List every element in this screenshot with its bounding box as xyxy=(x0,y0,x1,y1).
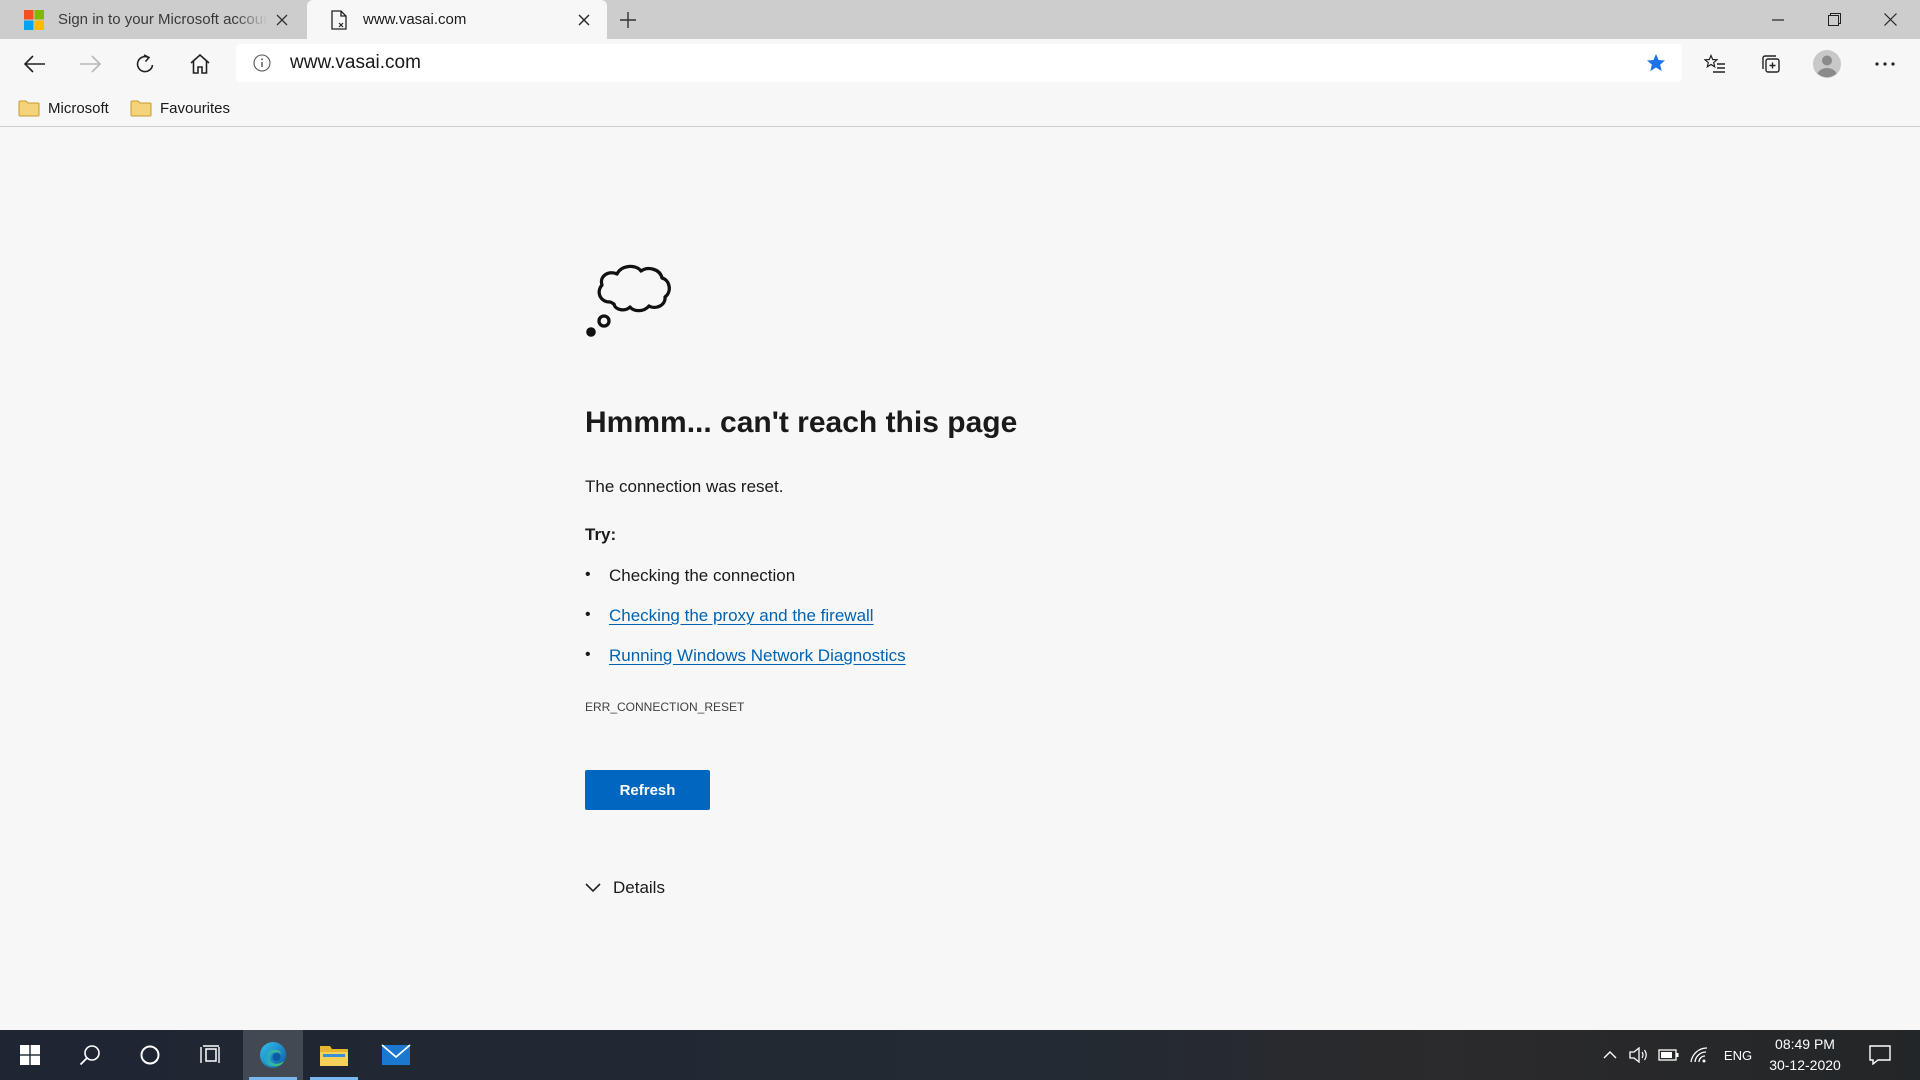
back-button[interactable] xyxy=(15,44,55,84)
edge-icon[interactable] xyxy=(243,1030,303,1080)
new-tab-button[interactable] xyxy=(612,4,644,36)
chevron-down-icon xyxy=(585,878,613,898)
system-clock[interactable]: 08:49 PM 30-12-2020 xyxy=(1760,1034,1850,1076)
profile-avatar[interactable] xyxy=(1807,44,1847,84)
tab-title: Sign in to your Microsoft account xyxy=(58,11,267,28)
bullet: • xyxy=(585,566,591,583)
refresh-button[interactable] xyxy=(125,44,165,84)
forward-button[interactable] xyxy=(70,44,110,84)
bullet: • xyxy=(585,606,591,623)
close-window-button[interactable] xyxy=(1862,0,1918,39)
tab-strip: Sign in to your Microsoft account www.va… xyxy=(0,0,1920,39)
bookmark-label: Favourites xyxy=(160,99,231,117)
show-hidden-icons-icon[interactable] xyxy=(1598,1030,1622,1080)
task-view-icon[interactable] xyxy=(180,1030,240,1080)
list-item: • Running Windows Network Diagnostics xyxy=(585,646,906,686)
page-icon xyxy=(327,8,351,32)
bullet: • xyxy=(585,646,591,663)
list-item: • Checking the proxy and the firewall xyxy=(585,606,906,646)
bookmark-folder-favourites[interactable]: Favourites xyxy=(130,95,230,121)
taskbar: ENG 08:49 PM 30-12-2020 xyxy=(0,1030,1920,1080)
error-message: The connection was reset. xyxy=(585,477,784,496)
url-text[interactable]: www.vasai.com xyxy=(290,52,1640,74)
refresh-page-button[interactable]: Refresh xyxy=(585,770,710,810)
error-headline: Hmmm... can't reach this page xyxy=(585,406,1018,439)
thought-cloud-icon xyxy=(586,264,671,337)
start-icon[interactable] xyxy=(0,1030,60,1080)
favorites-bar: Microsoft Favourites xyxy=(0,89,1920,127)
address-bar[interactable]: www.vasai.com xyxy=(236,44,1682,82)
site-info-icon[interactable] xyxy=(250,51,274,75)
suggestion-check-connection: Checking the connection xyxy=(609,566,796,585)
action-center-icon[interactable] xyxy=(1862,1030,1898,1080)
proxy-firewall-link[interactable]: Checking the proxy and the firewall xyxy=(609,606,874,626)
try-label: Try: xyxy=(585,525,617,544)
clock-time: 08:49 PM xyxy=(1775,1036,1835,1052)
language-indicator[interactable]: ENG xyxy=(1718,1030,1758,1080)
tab-microsoft-signin[interactable]: Sign in to your Microsoft account xyxy=(0,0,305,39)
home-button[interactable] xyxy=(180,44,220,84)
cortana-icon[interactable] xyxy=(120,1030,180,1080)
bookmark-label: Microsoft xyxy=(48,99,109,117)
file-explorer-icon[interactable] xyxy=(304,1030,364,1080)
favorite-star-icon[interactable] xyxy=(1640,47,1672,79)
more-options-icon[interactable] xyxy=(1865,44,1905,84)
browser-toolbar: www.vasai.com xyxy=(0,39,1920,89)
error-code: ERR_CONNECTION_RESET xyxy=(585,700,745,714)
list-item: • Checking the connection xyxy=(585,566,906,606)
network-diagnostics-link[interactable]: Running Windows Network Diagnostics xyxy=(609,646,906,666)
close-tab-icon[interactable] xyxy=(569,5,599,35)
suggestion-list: • Checking the connection • Checking the… xyxy=(585,566,906,686)
folder-icon xyxy=(18,100,40,117)
volume-icon[interactable] xyxy=(1626,1030,1652,1080)
folder-icon xyxy=(130,100,152,117)
clock-date: 30-12-2020 xyxy=(1769,1057,1841,1073)
details-label: Details xyxy=(613,878,665,897)
details-toggle[interactable]: Details xyxy=(585,875,665,901)
minimize-button[interactable] xyxy=(1750,0,1806,39)
collections-icon[interactable] xyxy=(1751,44,1791,84)
wifi-icon[interactable] xyxy=(1686,1030,1712,1080)
error-page: Hmmm... can't reach this page The connec… xyxy=(0,128,1920,1030)
mail-icon[interactable] xyxy=(366,1030,426,1080)
tab-vasai[interactable]: www.vasai.com xyxy=(307,0,607,39)
favorites-icon[interactable] xyxy=(1695,44,1735,84)
search-icon[interactable] xyxy=(60,1030,120,1080)
battery-icon[interactable] xyxy=(1656,1030,1682,1080)
close-tab-icon[interactable] xyxy=(267,5,297,35)
microsoft-logo-icon xyxy=(22,8,46,32)
bookmark-folder-microsoft[interactable]: Microsoft xyxy=(18,95,109,121)
restore-button[interactable] xyxy=(1806,0,1862,39)
tab-title: www.vasai.com xyxy=(363,11,467,28)
